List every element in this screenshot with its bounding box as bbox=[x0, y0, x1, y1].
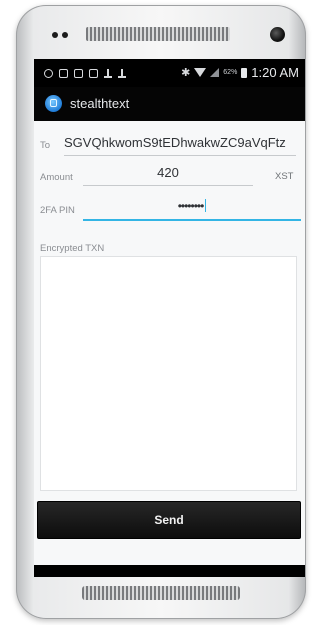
download-icon bbox=[118, 68, 126, 78]
send-button[interactable]: Send bbox=[37, 501, 301, 539]
sensor-dot bbox=[52, 32, 58, 38]
screen-bottom-bar bbox=[34, 565, 305, 577]
status-time: 1:20 AM bbox=[251, 65, 299, 80]
status-bar: ✱ 62% 1:20 AM bbox=[34, 59, 305, 87]
amount-input[interactable]: 420 bbox=[83, 165, 253, 186]
amount-label: Amount bbox=[40, 172, 73, 183]
upload-icon bbox=[104, 68, 112, 78]
wifi-icon bbox=[194, 68, 207, 77]
bluetooth-icon: ✱ bbox=[181, 67, 191, 79]
bottom-speaker-grille bbox=[82, 586, 240, 600]
earpiece-speaker bbox=[86, 27, 230, 41]
image-icon bbox=[59, 68, 68, 78]
front-camera bbox=[270, 27, 285, 42]
send-form: To SGVQhkwomS9tEDhwakwZC9aVqFtz Amount 4… bbox=[34, 121, 305, 565]
mail-icon bbox=[89, 68, 98, 78]
action-bar: stealthtext bbox=[34, 87, 305, 121]
recipient-address-input[interactable]: SGVQhkwomS9tEDhwakwZC9aVqFtz bbox=[64, 135, 296, 156]
pin-label: 2FA PIN bbox=[40, 205, 75, 216]
pin-masked-value: •••••••• bbox=[177, 199, 205, 213]
mail-icon bbox=[74, 68, 83, 78]
2fa-pin-input[interactable]: •••••••• bbox=[83, 199, 301, 221]
sensor-dot bbox=[62, 32, 68, 38]
stealthtext-logo-icon[interactable] bbox=[45, 95, 62, 112]
chat-icon bbox=[44, 68, 53, 78]
to-row: To SGVQhkwomS9tEDhwakwZC9aVqFtz bbox=[34, 135, 305, 157]
battery-icon bbox=[241, 67, 248, 78]
encrypted-txn-label: Encrypted TXN bbox=[40, 243, 105, 254]
signal-icon bbox=[210, 68, 220, 77]
amount-row: Amount 420 XST bbox=[34, 165, 305, 189]
system-icons: ✱ 62% 1:20 AM bbox=[181, 65, 299, 80]
notification-icons bbox=[44, 68, 126, 78]
currency-label: XST bbox=[275, 171, 294, 182]
app-title: stealthtext bbox=[70, 96, 130, 111]
encrypted-txn-textarea[interactable] bbox=[40, 256, 297, 491]
to-label: To bbox=[40, 140, 51, 151]
sensor-dots bbox=[52, 32, 68, 38]
phone-top-bezel bbox=[16, 5, 306, 65]
phone-frame: ✱ 62% 1:20 AM stealthtext To SGVQhkwomS9… bbox=[16, 5, 306, 619]
pin-row: 2FA PIN •••••••• bbox=[34, 199, 305, 227]
phone-screen: ✱ 62% 1:20 AM stealthtext To SGVQhkwomS9… bbox=[34, 59, 305, 565]
text-cursor bbox=[205, 199, 207, 212]
battery-percent: 62% bbox=[223, 69, 238, 76]
